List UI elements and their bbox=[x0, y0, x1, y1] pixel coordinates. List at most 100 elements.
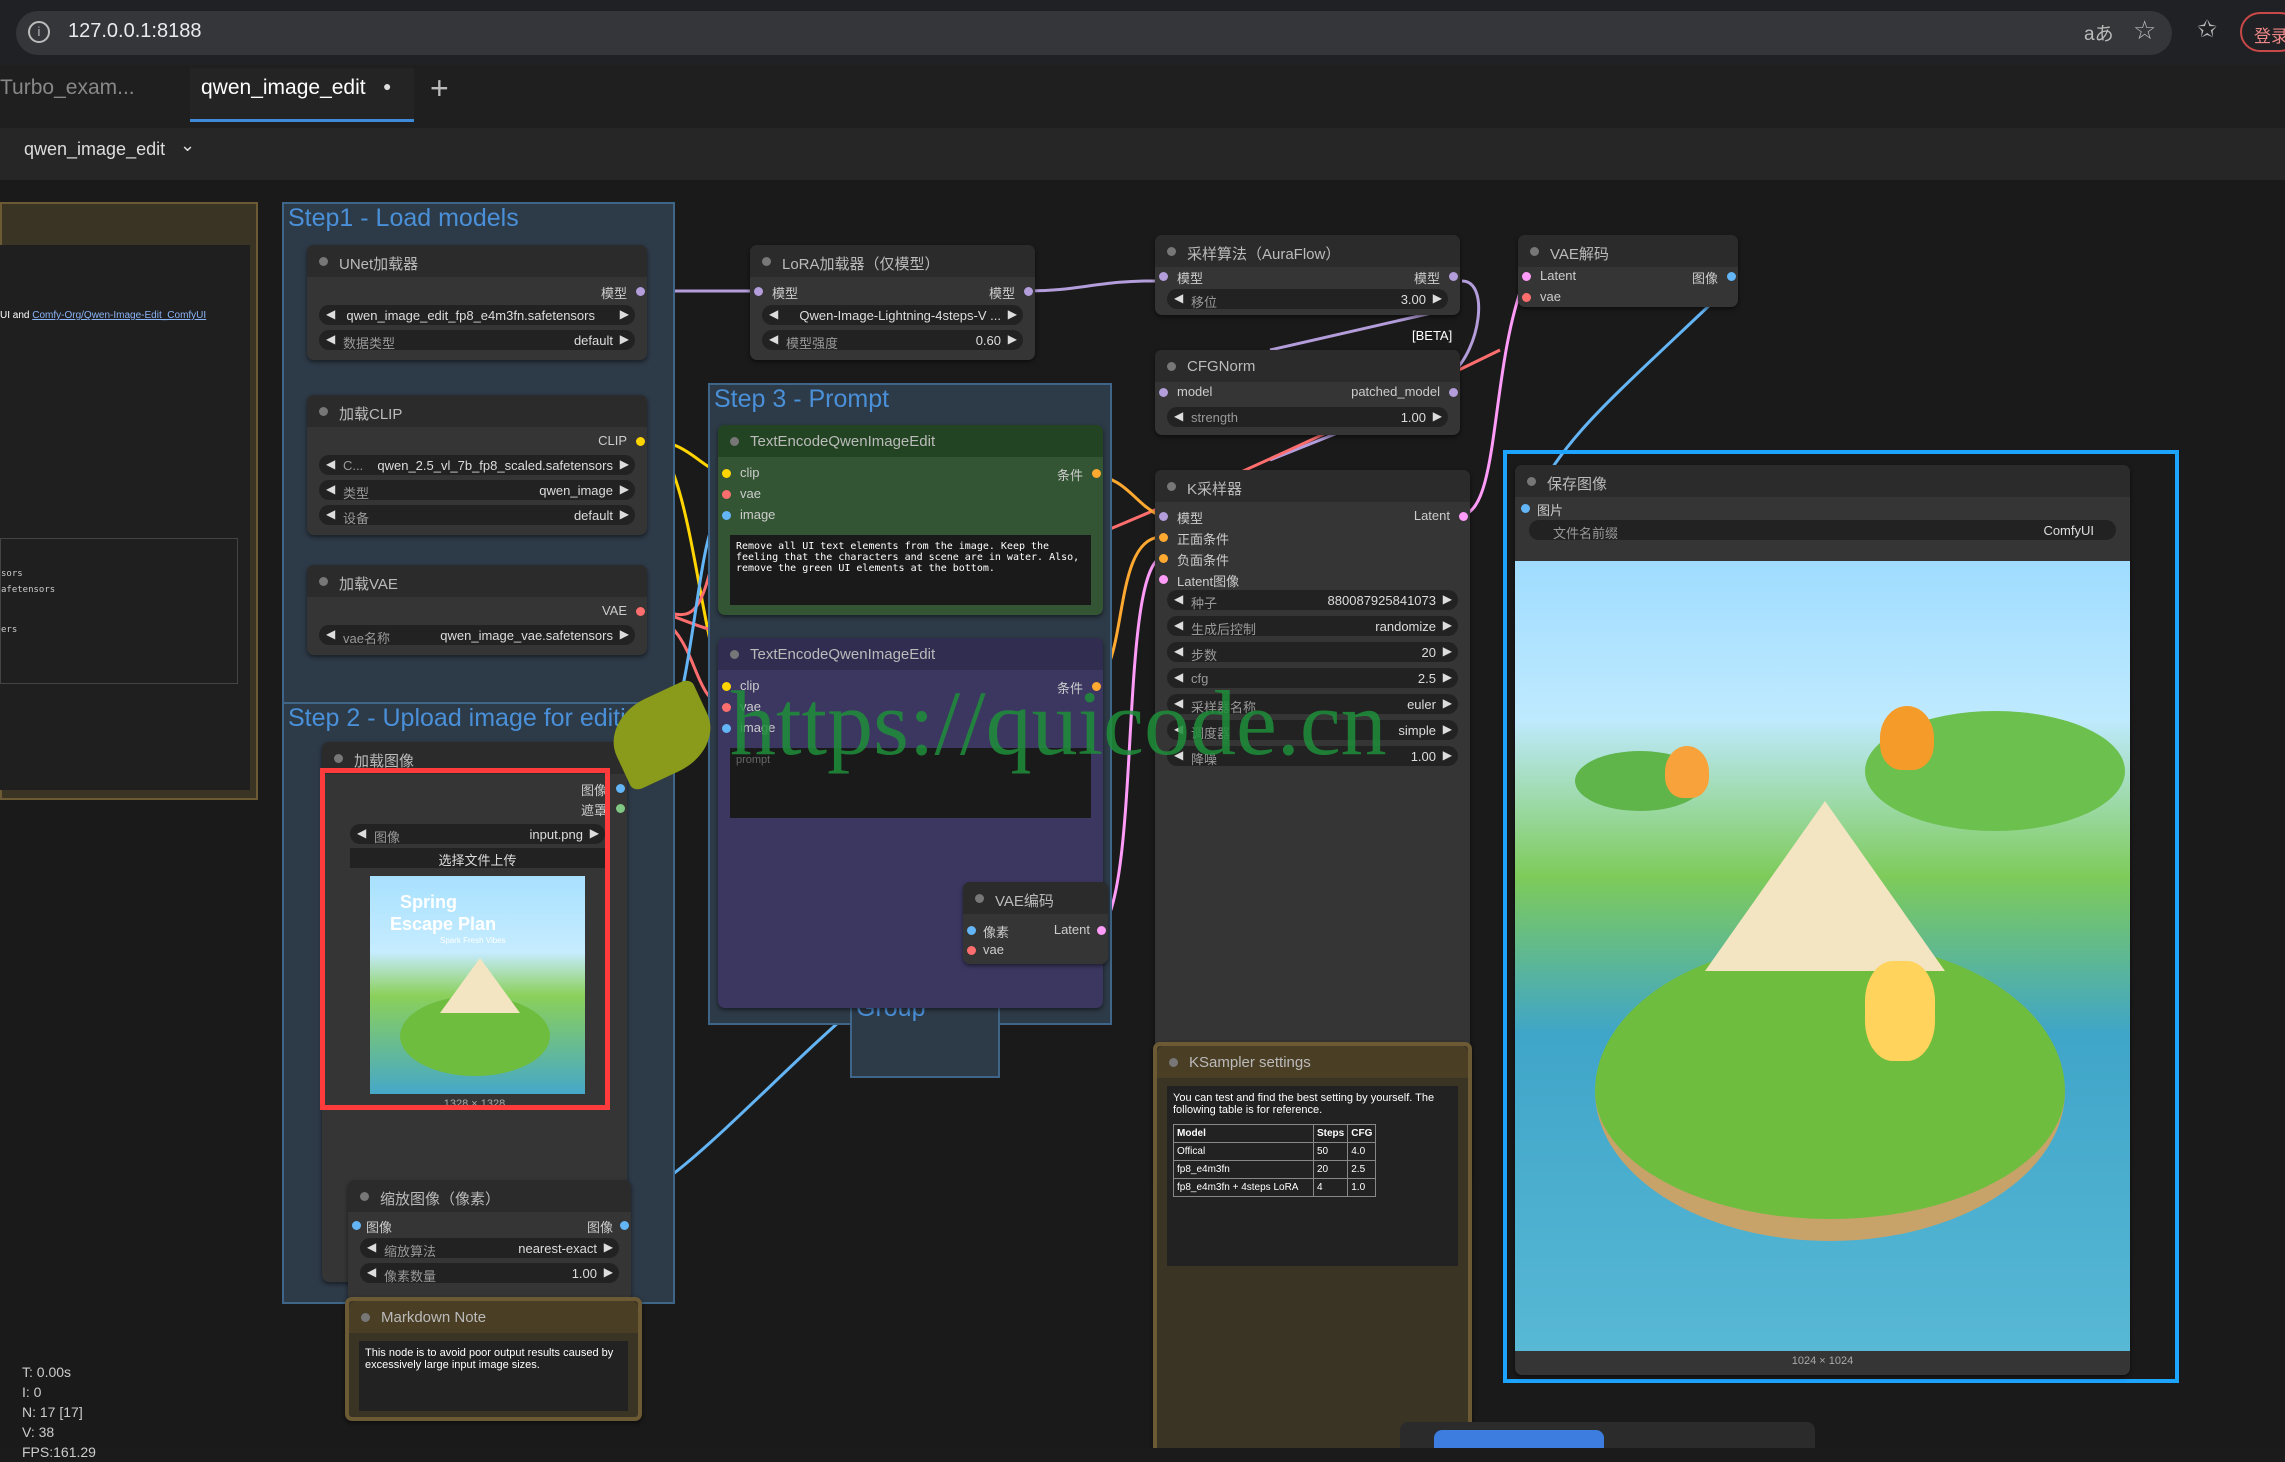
node-unet-loader[interactable]: UNet加载器 模型 ◀ qwen_image_edit_fp8_e4m3fn.s… bbox=[307, 245, 647, 360]
input-dot[interactable] bbox=[1159, 533, 1168, 542]
node-title[interactable]: 保存图像 bbox=[1515, 465, 2130, 497]
output-dot[interactable] bbox=[616, 804, 625, 813]
node-model-sampling[interactable]: 采样算法（AuraFlow） 模型 模型 ◀ 移位 3.00 ▶ bbox=[1155, 235, 1460, 315]
node-clip-loader[interactable]: 加载CLIP CLIP ◀ C... qwen_2.5_vl_7b_fp8_scal… bbox=[307, 395, 647, 535]
output-dot[interactable] bbox=[1459, 512, 1468, 521]
dtype-widget[interactable]: ◀ 数据类型 default ▶ bbox=[319, 330, 635, 351]
input-dot[interactable] bbox=[1522, 272, 1531, 281]
input-dot[interactable] bbox=[967, 926, 976, 935]
address-bar[interactable]: i bbox=[16, 11, 2172, 55]
node-title[interactable]: VAE编码 bbox=[963, 882, 1108, 914]
output-dot[interactable] bbox=[1024, 287, 1033, 296]
input-dot[interactable] bbox=[1521, 504, 1530, 513]
steps-widget[interactable]: ◀ 步数 20 ▶ bbox=[1167, 642, 1458, 663]
bookmark-star-icon[interactable]: ☆ bbox=[2133, 15, 2156, 46]
node-title[interactable]: KSampler settings bbox=[1157, 1046, 1468, 1078]
unet-name-widget[interactable]: ◀ qwen_image_edit_fp8_e4m3fn.safetensors ▶ bbox=[319, 305, 635, 325]
shift-widget[interactable]: ◀ 移位 3.00 ▶ bbox=[1167, 289, 1448, 310]
input-dot[interactable] bbox=[1159, 554, 1168, 563]
node-title[interactable]: TextEncodeQwenImageEdit bbox=[718, 638, 1103, 670]
node-title[interactable]: 加载VAE bbox=[307, 565, 647, 597]
clip-type-widget[interactable]: ◀ 类型 qwen_image ▶ bbox=[319, 480, 635, 501]
output-dot[interactable] bbox=[616, 784, 625, 793]
left-note-link[interactable]: Comfy-Org/Qwen-Image-Edit_ComfyUI bbox=[32, 310, 206, 321]
prefix-widget[interactable]: 文件名前缀 ComfyUI bbox=[1529, 520, 2116, 541]
node-vae-loader[interactable]: 加载VAE VAE ◀ vae名称 qwen_image_vae.safetenso… bbox=[307, 565, 647, 655]
new-tab-button[interactable]: + bbox=[430, 70, 449, 107]
control-widget[interactable]: ◀ 生成后控制 randomize ▶ bbox=[1167, 616, 1458, 637]
tab-turbo[interactable]: Turbo_exam... bbox=[0, 76, 135, 100]
port-vae-in: vae bbox=[983, 942, 1004, 957]
node-title[interactable]: LoRA加载器（仅模型） bbox=[750, 245, 1035, 277]
node-title[interactable]: VAE解码 bbox=[1518, 235, 1738, 267]
output-dot[interactable] bbox=[636, 437, 645, 446]
input-dot[interactable] bbox=[967, 946, 976, 955]
translate-icon[interactable]: aあ bbox=[2084, 19, 2114, 46]
node-image-scale[interactable]: 缩放图像（像素） 图像 图像 ◀ 缩放算法 nearest-exact ▶ ◀ 像素数量… bbox=[348, 1180, 631, 1302]
url-text[interactable]: 127.0.0.1:8188 bbox=[68, 20, 201, 43]
node-cfgnorm[interactable]: CFGNorm model patched_model ◀ strength 1.0… bbox=[1155, 350, 1460, 435]
node-ksampler-settings[interactable]: KSampler settings You can test and find … bbox=[1153, 1042, 1472, 1448]
site-info-icon[interactable]: i bbox=[28, 21, 50, 43]
output-dot[interactable] bbox=[636, 607, 645, 616]
node-markdown-note[interactable]: Markdown Note This node is to avoid poor… bbox=[345, 1297, 642, 1421]
table-cell: 1.0 bbox=[1347, 1178, 1377, 1197]
input-dot[interactable] bbox=[1159, 512, 1168, 521]
node-vae-encode[interactable]: VAE编码 像素 vae Latent bbox=[963, 882, 1108, 964]
input-dot[interactable] bbox=[1159, 575, 1168, 584]
node-title[interactable]: UNet加载器 bbox=[307, 245, 647, 277]
node-title[interactable]: 缩放图像（像素） bbox=[348, 1180, 631, 1212]
node-title[interactable]: K采样器 bbox=[1155, 470, 1470, 502]
output-dot[interactable] bbox=[1449, 388, 1458, 397]
login-button[interactable]: 登录 bbox=[2240, 12, 2285, 52]
input-dot[interactable] bbox=[1159, 388, 1168, 397]
run-button[interactable] bbox=[1434, 1430, 1604, 1448]
output-dot[interactable] bbox=[1449, 272, 1458, 281]
tab-qwen-label[interactable]: qwen_image_edit bbox=[201, 76, 366, 100]
node-title[interactable]: TextEncodeQwenImageEdit bbox=[718, 425, 1103, 457]
port-model-in: 模型 bbox=[772, 286, 799, 301]
input-dot[interactable] bbox=[1159, 272, 1168, 281]
node-save-image[interactable]: 保存图像 图片 文件名前缀 ComfyUI 1024 × 1024 bbox=[1515, 465, 2130, 1375]
input-dot[interactable] bbox=[352, 1221, 361, 1230]
output-dot[interactable] bbox=[636, 287, 645, 296]
output-dot[interactable] bbox=[1097, 926, 1106, 935]
lora-strength-widget[interactable]: ◀ 模型强度 0.60 ▶ bbox=[762, 330, 1023, 351]
node-text-encode-positive[interactable]: TextEncodeQwenImageEdit clip vae image 条… bbox=[718, 425, 1103, 615]
output-image-preview[interactable] bbox=[1515, 561, 2130, 1351]
left-note-code: sors afetensors ers bbox=[0, 538, 238, 684]
node-title[interactable]: Markdown Note bbox=[349, 1301, 638, 1333]
graph-canvas[interactable]: UI and Comfy-Org/Qwen-Image-Edit_ComfyUI… bbox=[0, 180, 2285, 1448]
input-dot[interactable] bbox=[722, 469, 731, 478]
output-dot[interactable] bbox=[1727, 272, 1736, 281]
input-dot[interactable] bbox=[722, 490, 731, 499]
left-note-line: ers bbox=[1, 625, 18, 635]
chevron-down-icon[interactable]: ⌄ bbox=[180, 135, 195, 156]
output-dot[interactable] bbox=[620, 1221, 629, 1230]
input-dot[interactable] bbox=[1522, 293, 1531, 302]
table-row: fp8_e4m3fn + 4steps LoRA 4 1.0 bbox=[1173, 1178, 1377, 1197]
favorites-icon[interactable]: ✩ bbox=[2197, 15, 2217, 44]
vae-name-widget[interactable]: ◀ vae名称 qwen_image_vae.safetensors ▶ bbox=[319, 625, 635, 646]
device-widget[interactable]: ◀ 设备 default ▶ bbox=[319, 505, 635, 526]
megapixels-widget[interactable]: ◀ 像素数量 1.00 ▶ bbox=[360, 1263, 619, 1284]
port-model-in: model bbox=[1177, 384, 1213, 399]
clip-name-widget[interactable]: ◀ C... qwen_2.5_vl_7b_fp8_scaled.safetenso… bbox=[319, 455, 635, 475]
workflow-bar bbox=[0, 128, 2285, 180]
seed-widget[interactable]: ◀ 种子 880087925841073 ▶ bbox=[1167, 590, 1458, 611]
lora-name-widget[interactable]: ◀ Qwen-Image-Lightning-4steps-V ... ▶ bbox=[762, 305, 1023, 325]
node-title[interactable]: 加载CLIP bbox=[307, 395, 647, 427]
cfgnorm-strength-widget[interactable]: ◀ strength 1.00 ▶ bbox=[1167, 407, 1448, 427]
node-title[interactable]: 采样算法（AuraFlow） bbox=[1155, 235, 1460, 267]
settings-table: Model Steps CFG Offical 50 4.0 fp8_e4m3fn 20 2… bbox=[1173, 1124, 1377, 1197]
input-dot[interactable] bbox=[754, 287, 763, 296]
workflow-menu[interactable]: qwen_image_edit bbox=[24, 139, 165, 160]
input-dot[interactable] bbox=[722, 511, 731, 520]
node-title[interactable]: CFGNorm bbox=[1155, 350, 1460, 382]
upscale-method-widget[interactable]: ◀ 缩放算法 nearest-exact ▶ bbox=[360, 1238, 619, 1259]
node-lora-loader[interactable]: LoRA加载器（仅模型） 模型 模型 ◀ Qwen-Image-Lightning… bbox=[750, 245, 1035, 360]
output-dot[interactable] bbox=[1092, 469, 1101, 478]
node-vae-decode[interactable]: VAE解码 Latent vae 图像 bbox=[1518, 235, 1738, 307]
prompt-textarea[interactable]: Remove all UI text elements from the ima… bbox=[730, 535, 1091, 605]
table-cell: Offical bbox=[1173, 1142, 1314, 1161]
